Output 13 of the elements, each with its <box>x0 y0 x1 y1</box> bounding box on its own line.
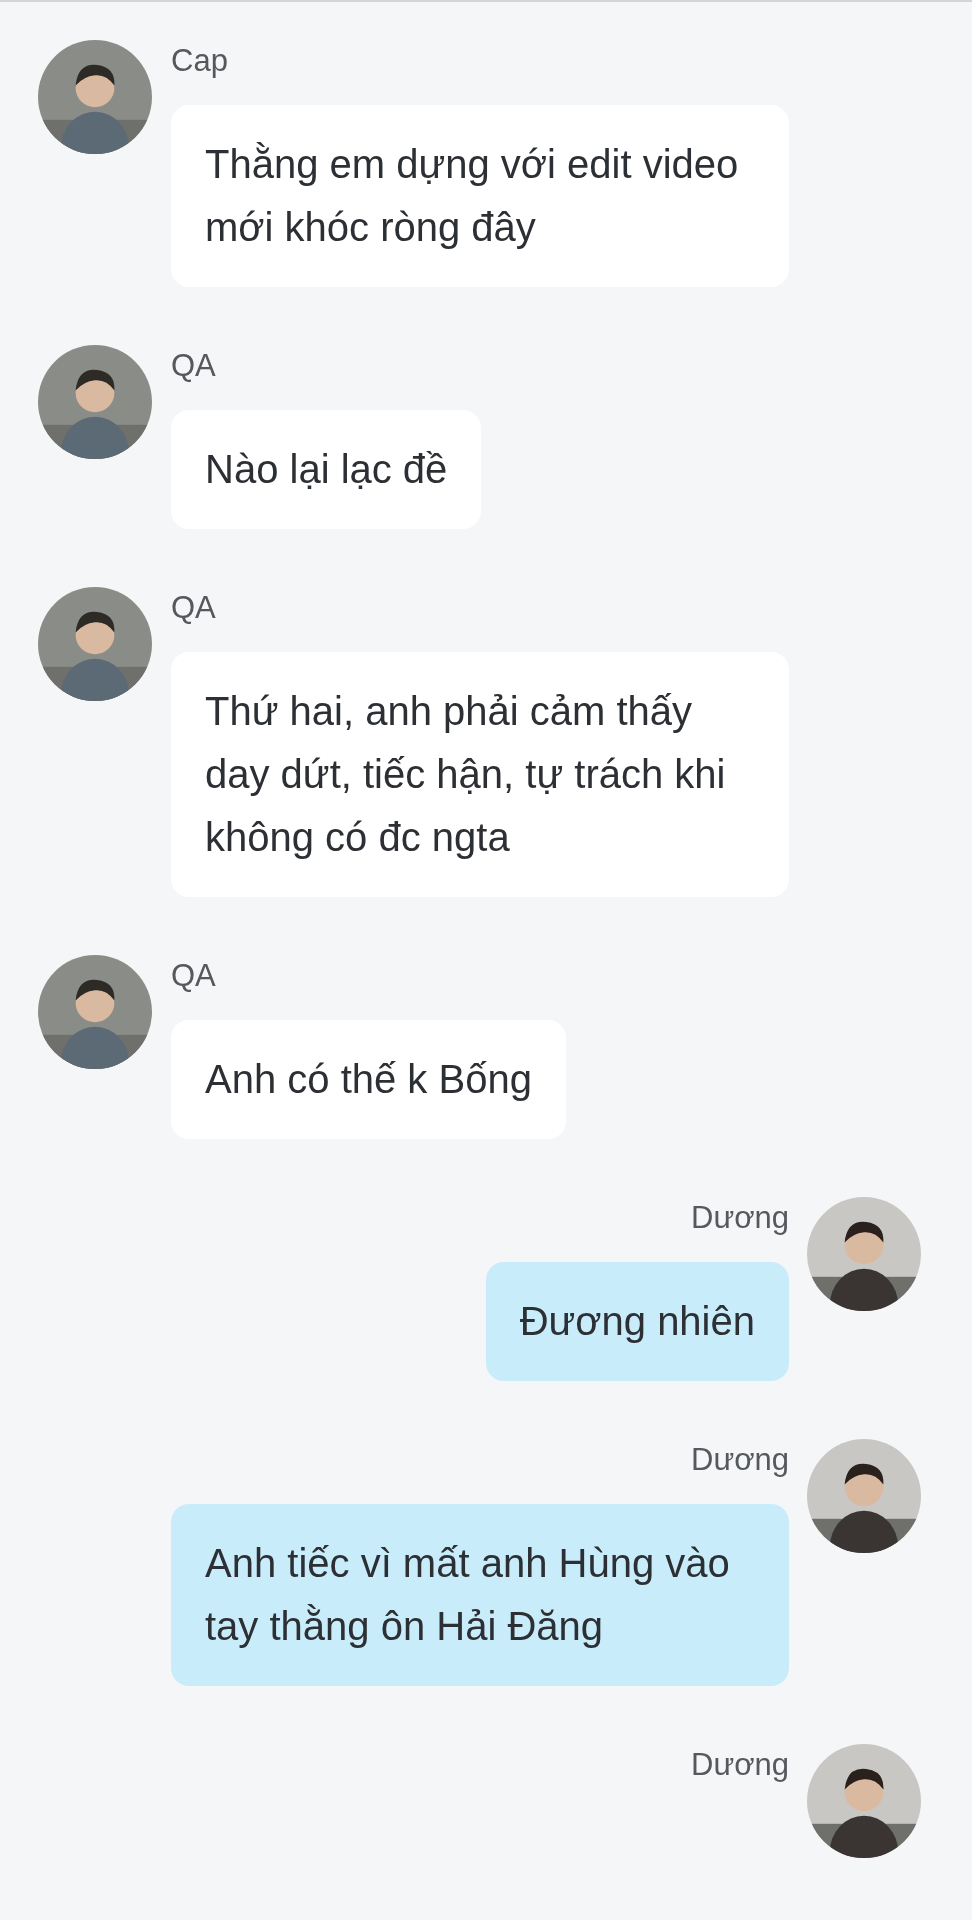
sender-name: Dương <box>691 1746 789 1784</box>
message-bubble: Thứ hai, anh phải cảm thấy day dứt, tiếc hận, tự trách khi không có đc ngta <box>171 652 789 897</box>
sender-name: QA <box>171 589 216 627</box>
message-bubble: Anh tiếc vì mất anh Hùng vào tay thằng ôn Hải Đăng <box>171 1504 789 1686</box>
message-bubble: Đương nhiên <box>485 1262 789 1381</box>
message-bubble: Thằng em dựng với edit video mới khóc ròng đây <box>171 105 789 287</box>
sender-name: Cap <box>171 42 228 80</box>
sender-name: QA <box>171 347 216 385</box>
sender-name: QA <box>171 957 216 995</box>
sender-name: Dương <box>691 1199 789 1237</box>
message-bubble: Anh có thế k Bống <box>171 1020 566 1139</box>
message-bubble: Nào lại lạc đề <box>171 410 482 529</box>
sender-name: Dương <box>691 1441 789 1479</box>
